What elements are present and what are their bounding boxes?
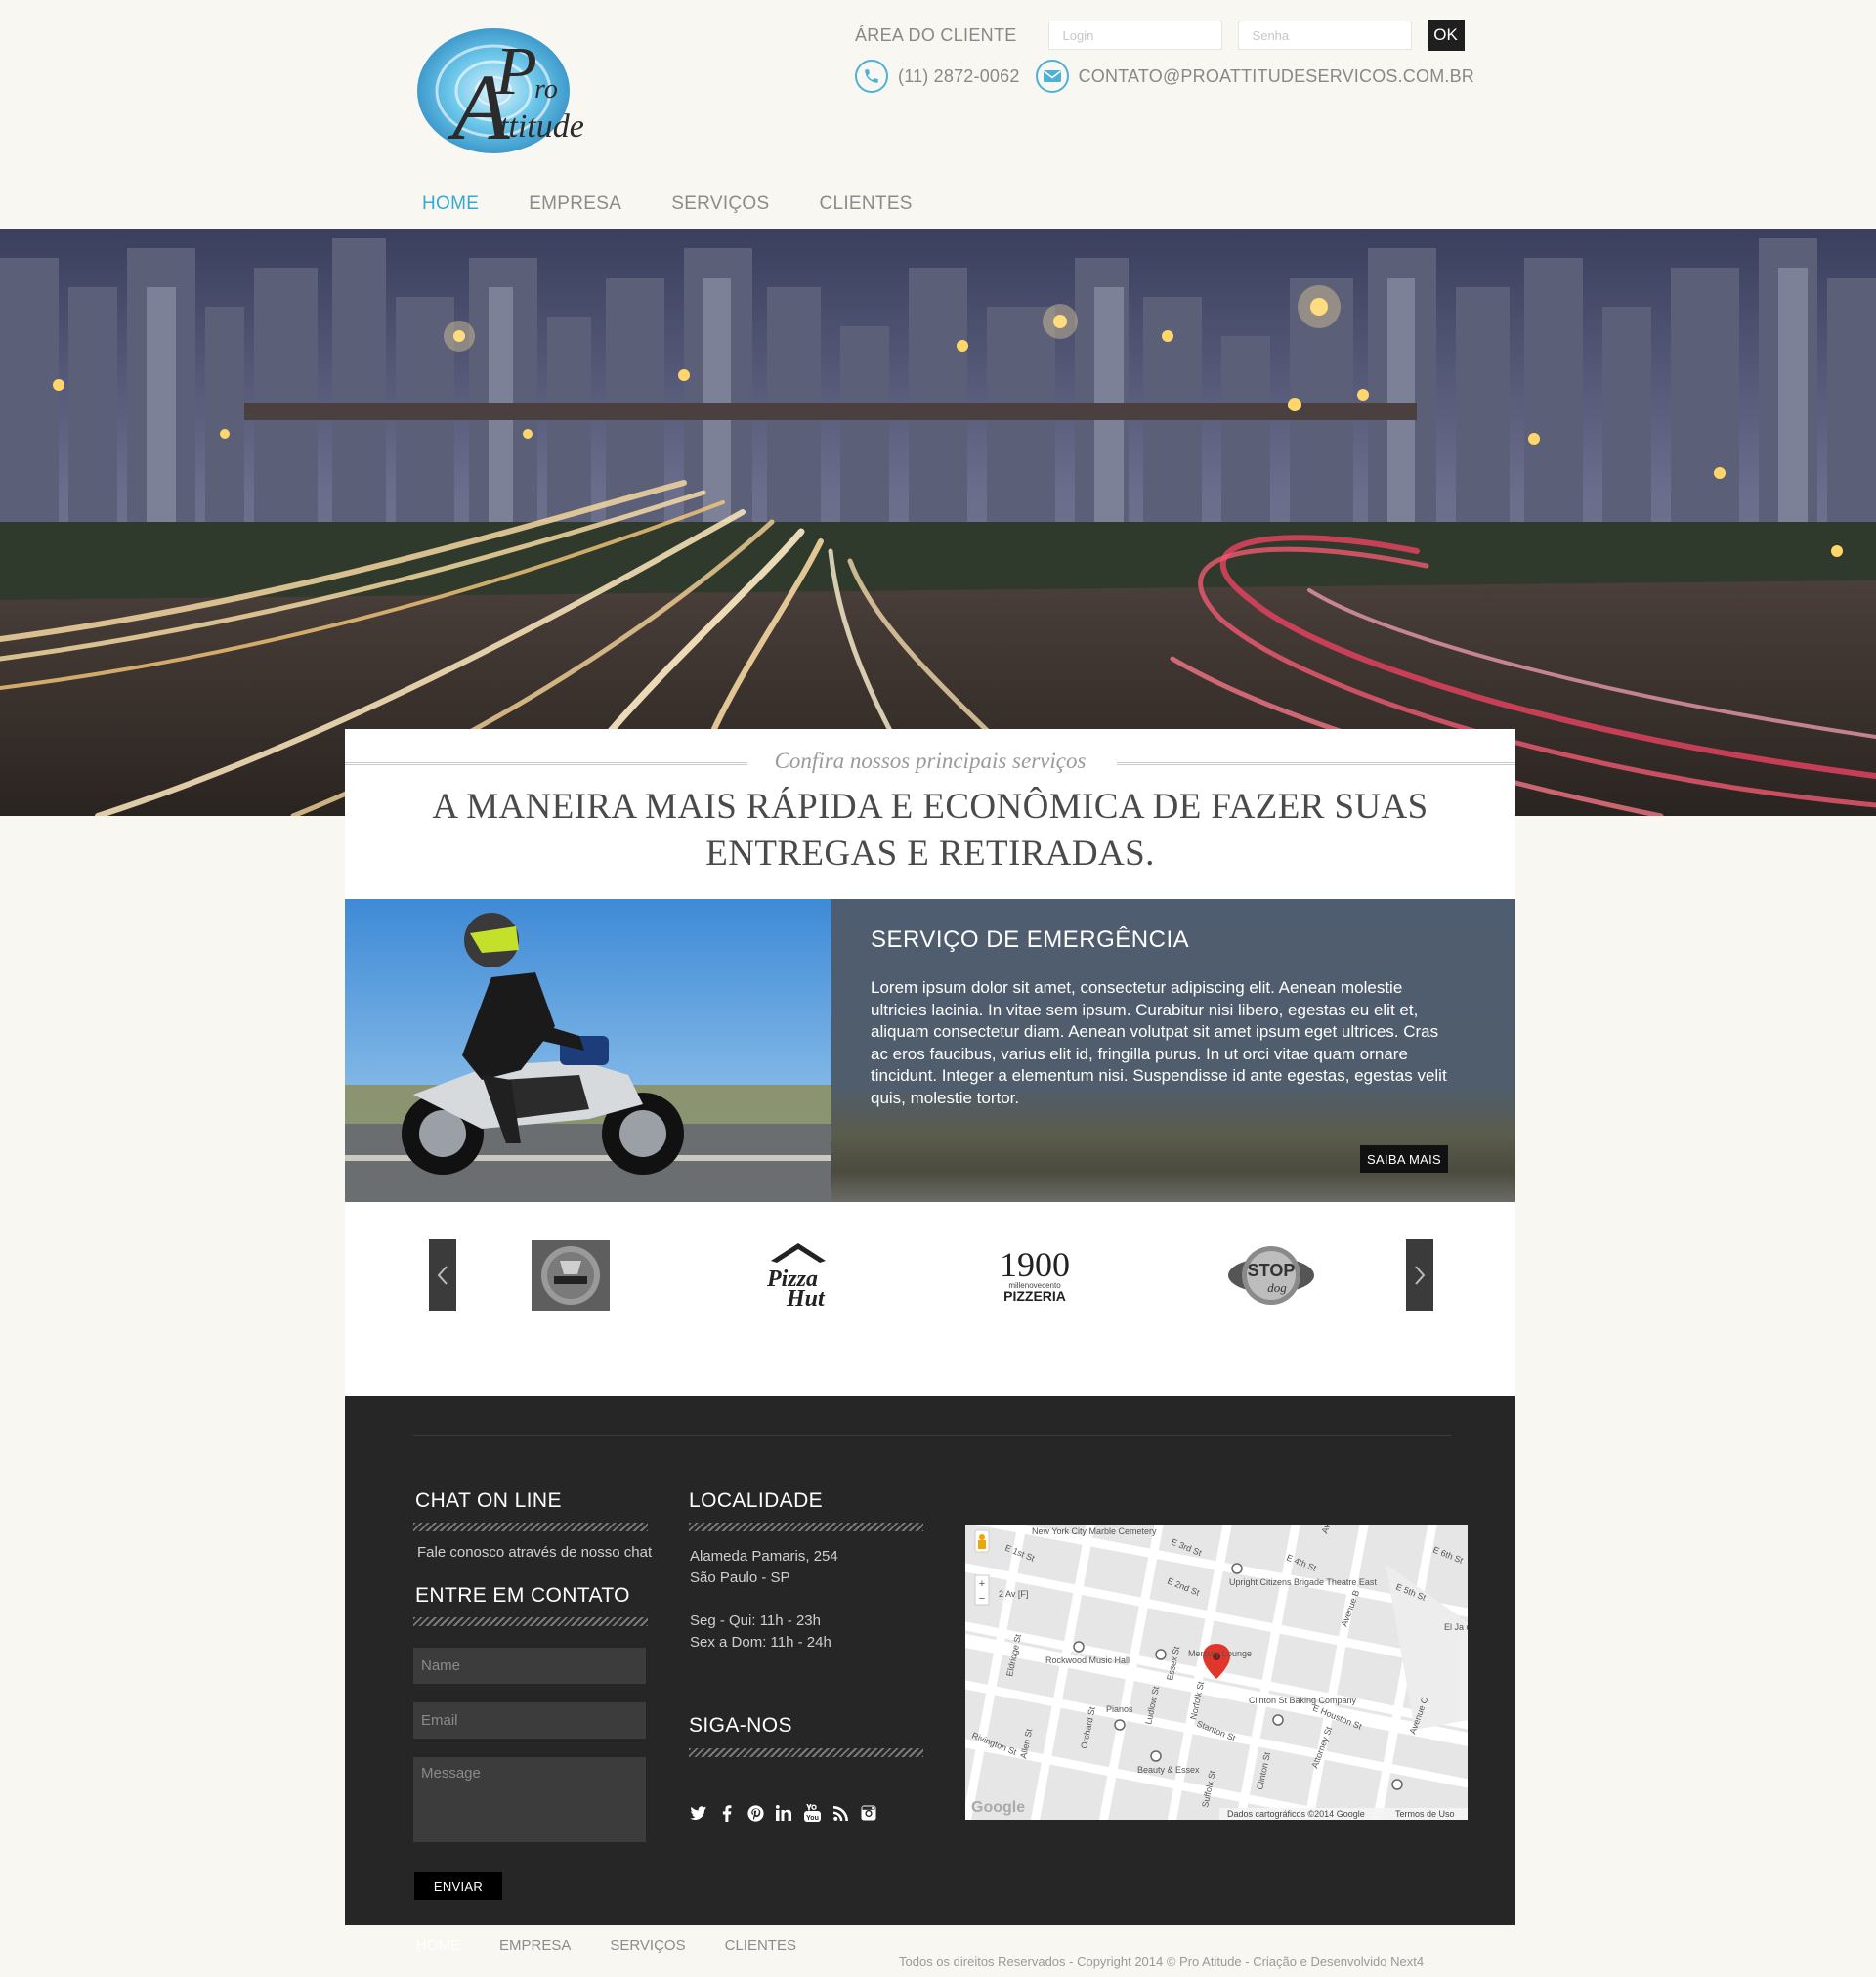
map-label: Mercury Lounge: [1188, 1649, 1252, 1658]
location-map[interactable]: New York City Marble Cemetery Upright Ci…: [965, 1525, 1468, 1820]
nav-item-servicos[interactable]: SERVIÇOS: [671, 193, 769, 215]
nav-item-empresa[interactable]: EMPRESA: [529, 193, 621, 215]
login-ok-button[interactable]: OK: [1427, 20, 1465, 51]
location-title-underline: [689, 1523, 923, 1531]
tagline-divider: Confira nossos principais serviços: [345, 749, 1515, 778]
email-link[interactable]: CONTATO@PROATTITUDESERVICOS.COM.BR: [1079, 66, 1474, 87]
google-watermark: Google: [971, 1799, 1025, 1816]
content-box: Confira nossos principais serviços A MAN…: [345, 729, 1515, 1925]
feature-emergency: SERVIÇO DE EMERGÊNCIA Lorem ipsum dolor …: [345, 899, 1515, 1202]
logo-1900-number: 1900: [1000, 1245, 1070, 1284]
copyright-text: Todos os direitos Reservados - Copyright…: [899, 1955, 1425, 1969]
svg-text:P: P: [494, 34, 537, 109]
map-label: El Ja del Pe Turtle: [1444, 1622, 1468, 1632]
chat-title-underline: [413, 1523, 648, 1531]
contact-title: ENTRE EM CONTATO: [415, 1584, 630, 1607]
hero-banner-image: [0, 229, 1876, 816]
footer-divider: [413, 1435, 1451, 1436]
send-button[interactable]: ENVIAR: [414, 1872, 502, 1900]
map-label: Rockwood Music Hall: [1045, 1655, 1130, 1665]
brand-logo[interactable]: A P ro ttitude: [405, 18, 601, 159]
headline-line-2: ENTREGAS E RETIRADAS.: [705, 834, 1155, 874]
svg-text:You: You: [806, 1815, 819, 1822]
chat-link[interactable]: Fale conosco através de nosso chat: [417, 1542, 652, 1564]
client-logo-stop-dog[interactable]: STOP dog: [1224, 1239, 1318, 1311]
chevron-left-icon: [437, 1266, 448, 1285]
map-zoom-out: −: [979, 1593, 985, 1605]
map-terms-link: Termos de Uso: [1395, 1809, 1455, 1819]
carousel-prev-button[interactable]: [429, 1239, 456, 1311]
rss-icon[interactable]: [831, 1804, 849, 1822]
contact-info: (11) 2872-0062 CONTATO@PROATTITUDESERVIC…: [855, 59, 1486, 94]
map-label: Upright Citizens Brigade Theatre East: [1229, 1577, 1377, 1587]
footer-nav-clientes[interactable]: CLIENTES: [725, 1937, 796, 1954]
footer-nav: HOME EMPRESA SERVIÇOS CLIENTES: [416, 1937, 835, 1954]
main-headline: A MANEIRA MAIS RÁPIDA E ECONÔMICA DE FAZ…: [345, 784, 1515, 878]
map-label: Beauty & Essex: [1137, 1765, 1200, 1775]
footer-nav-servicos[interactable]: SERVIÇOS: [610, 1937, 685, 1954]
email-icon: [1035, 60, 1069, 93]
linkedin-icon[interactable]: [775, 1804, 792, 1822]
map-label: New York City Marble Cemetery: [1032, 1526, 1157, 1536]
hut-text: Hut: [786, 1286, 826, 1311]
feature-title: SERVIÇO DE EMERGÊNCIA: [871, 926, 1190, 953]
location-title: LOCALIDADE: [689, 1489, 824, 1512]
logo-1900-pizzeria: PIZZERIA: [1003, 1288, 1066, 1304]
nav-item-clientes[interactable]: CLIENTES: [819, 193, 912, 215]
hours-line-2: Sex a Dom: 11h - 24h: [690, 1634, 831, 1651]
footer-nav-empresa[interactable]: EMPRESA: [499, 1937, 571, 1954]
follow-title: SIGA-NOS: [689, 1714, 792, 1737]
carousel-next-button[interactable]: [1406, 1239, 1433, 1311]
social-links: You: [690, 1804, 877, 1822]
client-area-label: ÁREA DO CLIENTE: [855, 24, 1017, 45]
svg-text:ttitude: ttitude: [499, 108, 584, 145]
login-input[interactable]: [1047, 21, 1222, 50]
address-line-2: São Paulo - SP: [690, 1569, 790, 1586]
phone-icon: [855, 60, 888, 93]
tagline: Confira nossos principais serviços: [774, 749, 1087, 773]
hours-line-1: Seg - Qui: 11h - 23h: [690, 1612, 821, 1629]
contact-title-underline: [413, 1617, 648, 1626]
instagram-icon[interactable]: [860, 1804, 877, 1822]
footer: CHAT ON LINE Fale conosco através de nos…: [345, 1396, 1515, 1925]
client-login-area: ÁREA DO CLIENTE OK: [855, 20, 1465, 51]
main-nav: HOME EMPRESA SERVIÇOS CLIENTES: [422, 190, 962, 219]
pinterest-icon[interactable]: [746, 1804, 764, 1822]
stop-text: STOP: [1248, 1261, 1296, 1280]
phone-number[interactable]: (11) 2872-0062: [898, 66, 1020, 87]
clients-carousel: Pizza Hut 1900 millenovecento PIZZERIA S…: [345, 1239, 1515, 1337]
map-zoom-in: +: [979, 1578, 985, 1590]
footer-nav-home[interactable]: HOME: [416, 1937, 460, 1954]
youtube-icon[interactable]: You: [803, 1804, 821, 1822]
feature-panel: SERVIÇO DE EMERGÊNCIA Lorem ipsum dolor …: [831, 899, 1515, 1202]
map-label: 2 Av [F]: [999, 1589, 1028, 1599]
headline-line-1: A MANEIRA MAIS RÁPIDA E ECONÔMICA DE FAZ…: [432, 787, 1428, 827]
feature-description: Lorem ipsum dolor sit amet, consectetur …: [871, 978, 1447, 1107]
nav-item-home[interactable]: HOME: [422, 193, 479, 215]
client-logo-1900-pizzeria[interactable]: 1900 millenovecento PIZZERIA: [988, 1239, 1082, 1311]
message-field[interactable]: [413, 1757, 646, 1842]
twitter-icon[interactable]: [690, 1804, 707, 1822]
client-logo-pizza-hut[interactable]: Pizza Hut: [761, 1239, 835, 1311]
dog-text: dog: [1267, 1280, 1287, 1295]
map-label: Clinton St Baking Company: [1249, 1696, 1357, 1705]
facebook-icon[interactable]: [718, 1804, 736, 1822]
svg-text:ro: ro: [534, 74, 558, 105]
map-attribution: Dados cartográficos ©2014 Google: [1227, 1809, 1365, 1819]
motorcycle-courier-image: [345, 899, 831, 1202]
follow-title-underline: [689, 1748, 923, 1757]
email-field[interactable]: [413, 1702, 646, 1739]
chat-title: CHAT ON LINE: [415, 1489, 562, 1512]
map-label: Pianos: [1106, 1704, 1133, 1714]
chevron-right-icon: [1415, 1266, 1426, 1285]
saiba-mais-button[interactable]: SAIBA MAIS: [1360, 1145, 1448, 1173]
address-line-1: Alameda Pamaris, 254: [690, 1548, 838, 1565]
client-logo-china-in-box[interactable]: [531, 1239, 611, 1311]
password-input[interactable]: [1237, 21, 1412, 50]
name-field[interactable]: [413, 1648, 646, 1684]
